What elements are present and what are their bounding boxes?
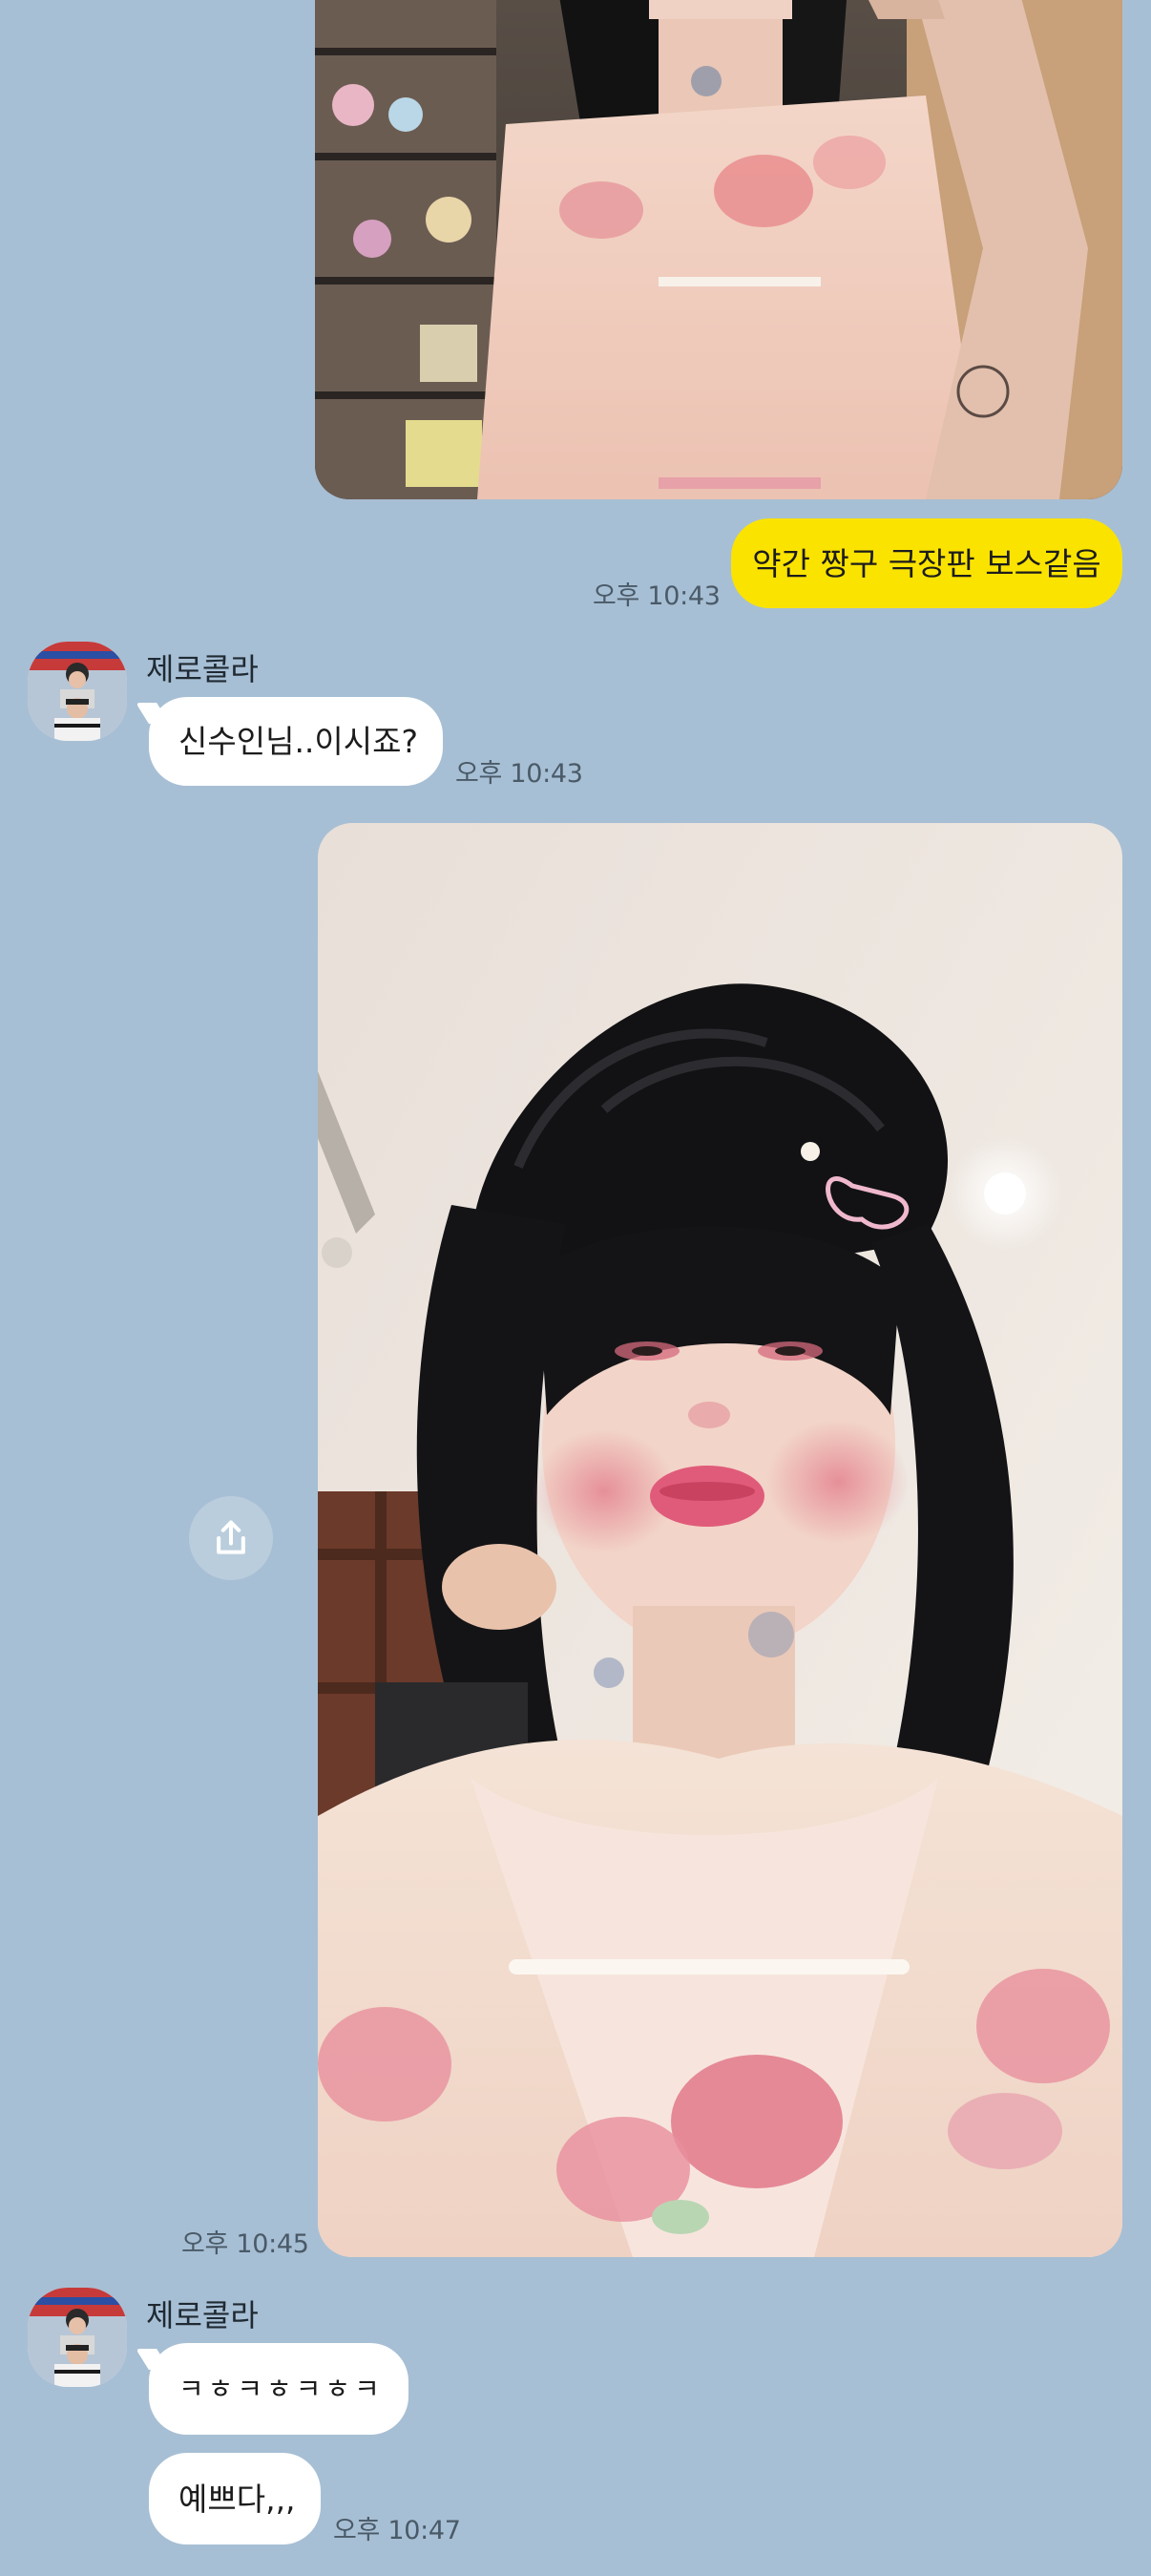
avatar[interactable]: [28, 642, 127, 741]
sent-photo-top[interactable]: [315, 0, 1122, 499]
avatar-image: [28, 2288, 127, 2387]
photo-content: [315, 0, 1122, 499]
share-icon: [217, 1520, 245, 1554]
message-time: 오후 10:47: [333, 2516, 461, 2545]
avatar[interactable]: [28, 2288, 127, 2387]
photo-content: [318, 823, 1122, 2257]
sender-name: 제로콜라: [146, 2297, 259, 2333]
share-button[interactable]: [189, 1496, 273, 1580]
avatar-image: [28, 642, 127, 741]
sent-photo[interactable]: [318, 823, 1122, 2257]
incoming-message-bubble[interactable]: ㅋㅎㅋㅎㅋㅎㅋ: [149, 2343, 408, 2435]
message-time: 오후 10:43: [455, 759, 583, 789]
incoming-message-bubble[interactable]: 신수인님..이시죠?: [149, 697, 443, 786]
message-time: 오후 10:45: [181, 2229, 309, 2259]
incoming-message-bubble[interactable]: 예쁘다,,,: [149, 2453, 321, 2544]
message-time: 오후 10:43: [593, 581, 721, 611]
outgoing-message-bubble[interactable]: 약간 짱구 극장판 보스같음: [731, 518, 1122, 608]
sender-name: 제로콜라: [146, 651, 259, 687]
